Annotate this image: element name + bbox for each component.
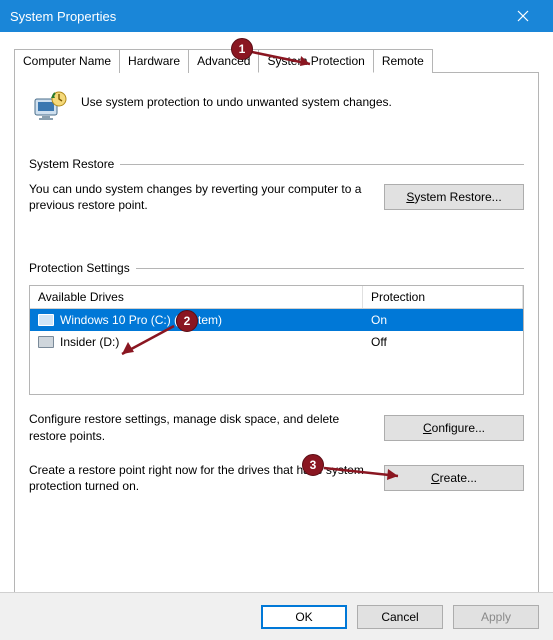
button-label: reate...	[440, 471, 477, 485]
configure-text: Configure restore settings, manage disk …	[29, 411, 372, 443]
drive-protection: Off	[363, 331, 523, 353]
drive-icon	[38, 314, 54, 326]
system-protection-icon	[29, 89, 69, 129]
tab-system-protection[interactable]: System Protection	[258, 49, 373, 73]
group-protection-settings: Protection Settings Available Drives Pro…	[29, 261, 524, 494]
intro-text: Use system protection to undo unwanted s…	[81, 89, 392, 109]
tab-remote[interactable]: Remote	[373, 49, 433, 73]
mnemonic: C	[431, 471, 440, 485]
group-label-protection-settings: Protection Settings	[29, 261, 524, 275]
system-restore-button[interactable]: System Restore...	[384, 184, 524, 210]
apply-button[interactable]: Apply	[453, 605, 539, 629]
close-button[interactable]	[503, 0, 543, 32]
mnemonic: C	[423, 421, 432, 435]
tab-panel: Use system protection to undo unwanted s…	[14, 73, 539, 593]
annotation-badge-1: 1	[231, 38, 253, 60]
cancel-button[interactable]: Cancel	[357, 605, 443, 629]
window-title: System Properties	[10, 9, 503, 24]
drive-icon	[38, 336, 54, 348]
group-label-text: Protection Settings	[29, 261, 130, 275]
drive-row[interactable]: Insider (D:) Off	[30, 331, 523, 353]
group-label-system-restore: System Restore	[29, 157, 524, 171]
system-restore-text: You can undo system changes by reverting…	[29, 181, 372, 213]
dialog-content: Computer Name Hardware Advanced System P…	[0, 32, 553, 593]
group-system-restore: System Restore You can undo system chang…	[29, 157, 524, 213]
drives-header: Available Drives Protection	[30, 286, 523, 309]
drive-row[interactable]: Windows 10 Pro (C:) (System) On	[30, 309, 523, 331]
button-label: ystem Restore...	[414, 190, 501, 204]
divider	[120, 164, 524, 165]
header-available-drives[interactable]: Available Drives	[30, 286, 363, 308]
drives-list[interactable]: Available Drives Protection Windows 10 P…	[29, 285, 524, 395]
header-protection[interactable]: Protection	[363, 286, 523, 308]
button-label: onfigure...	[432, 421, 485, 435]
annotation-badge-3: 3	[302, 454, 324, 476]
drive-protection: On	[363, 309, 523, 331]
group-label-text: System Restore	[29, 157, 114, 171]
tab-computer-name[interactable]: Computer Name	[14, 49, 120, 73]
button-bar: OK Cancel Apply	[0, 592, 553, 640]
tab-hardware[interactable]: Hardware	[119, 49, 189, 73]
drive-name: Insider (D:)	[60, 335, 119, 349]
titlebar: System Properties	[0, 0, 553, 32]
annotation-badge-2: 2	[176, 310, 198, 332]
close-icon	[517, 10, 529, 22]
divider	[136, 268, 524, 269]
tab-strip: Computer Name Hardware Advanced System P…	[14, 48, 539, 73]
ok-button[interactable]: OK	[261, 605, 347, 629]
create-button[interactable]: Create...	[384, 465, 524, 491]
configure-button[interactable]: Configure...	[384, 415, 524, 441]
intro-row: Use system protection to undo unwanted s…	[29, 89, 524, 129]
